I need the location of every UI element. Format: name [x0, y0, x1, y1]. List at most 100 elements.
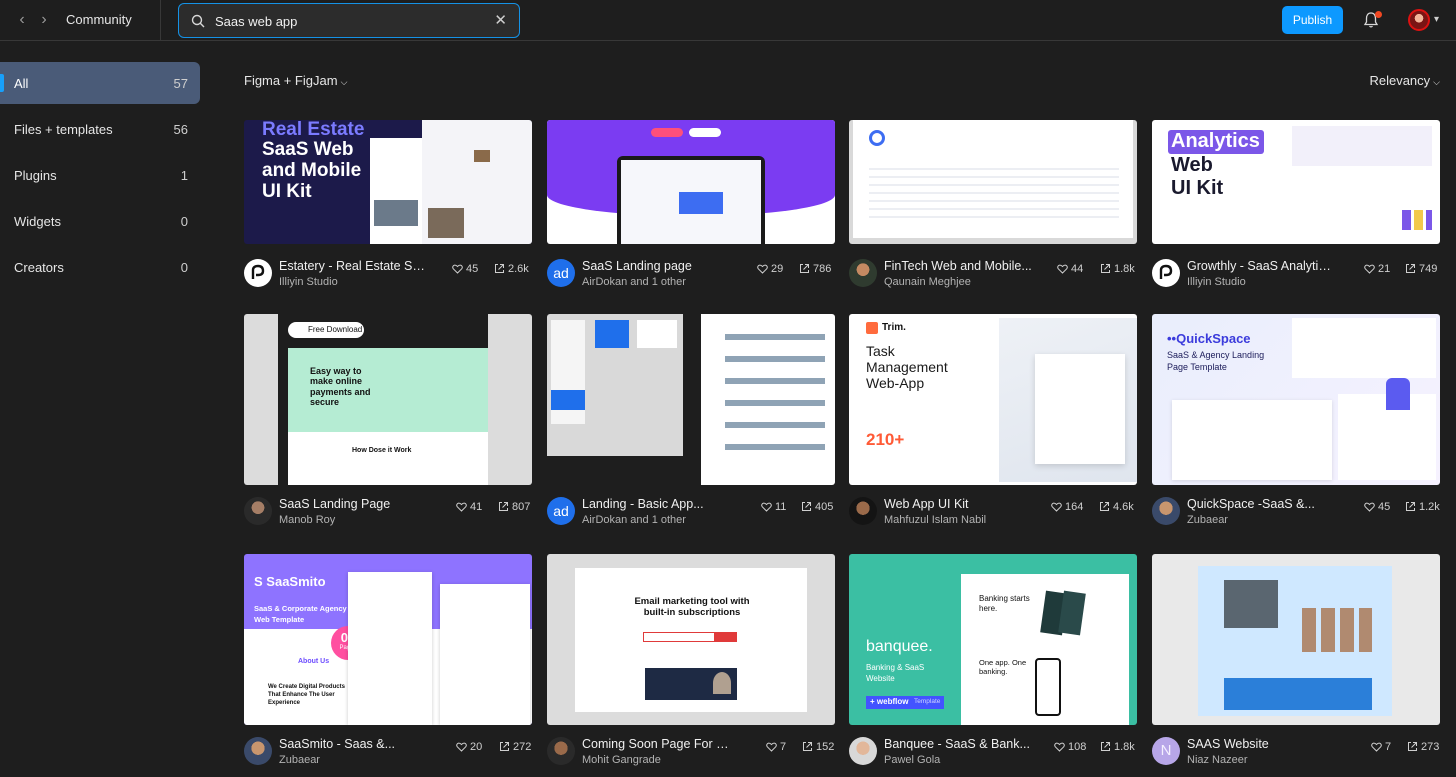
card-title[interactable]: Web App UI Kit [884, 497, 1034, 511]
result-card[interactable]: Free Download Easy way to make online pa… [244, 314, 532, 526]
author-avatar[interactable] [849, 259, 877, 287]
card-title[interactable]: Coming Soon Page For Saa... [582, 737, 732, 751]
duplicate-count[interactable]: 749 [1405, 263, 1437, 275]
card-title[interactable]: SaaSmito - Saas &... [279, 737, 429, 751]
card-thumbnail[interactable] [547, 120, 835, 244]
card-title[interactable]: SAAS Website [1187, 737, 1337, 751]
author-avatar[interactable] [849, 497, 877, 525]
card-thumbnail[interactable]: banquee. Banking & SaaS Website + webflo… [849, 554, 1137, 725]
product-filter-dropdown[interactable]: Figma + FigJam ⌵ [244, 73, 347, 88]
breadcrumb[interactable]: Community [66, 12, 132, 27]
card-author[interactable]: Zubaear [1187, 514, 1228, 526]
sidebar-item-plugins[interactable]: Plugins 1 [0, 154, 200, 196]
card-title[interactable]: FinTech Web and Mobile... [884, 259, 1034, 273]
like-count[interactable]: 7 [766, 741, 786, 753]
card-author[interactable]: Pawel Gola [884, 754, 940, 766]
author-avatar[interactable] [849, 737, 877, 765]
card-thumbnail[interactable]: Trim. Task Management Web-App 210+ [849, 314, 1137, 485]
search-box[interactable]: ✕ [178, 3, 520, 38]
duplicate-count[interactable]: 405 [801, 501, 833, 513]
like-count[interactable]: 45 [452, 263, 478, 275]
card-thumbnail[interactable]: S SaaSmito SaaS & Corporate Agency Web T… [244, 554, 532, 725]
author-avatar[interactable] [1152, 497, 1180, 525]
like-count[interactable]: 108 [1054, 741, 1086, 753]
like-count[interactable]: 44 [1057, 263, 1083, 275]
card-author[interactable]: Mahfuzul Islam Nabil [884, 514, 986, 526]
result-card[interactable]: ad Landing - Basic App... AirDokan and 1… [547, 314, 835, 526]
card-author[interactable]: Illiyin Studio [279, 276, 338, 288]
author-avatar[interactable] [244, 497, 272, 525]
duplicate-count[interactable]: 1.2k [1405, 501, 1440, 513]
clear-search-icon[interactable]: ✕ [494, 13, 507, 28]
result-card[interactable]: FinTech Web and Mobile... Qaunain Meghje… [849, 120, 1137, 300]
sidebar-item-widgets[interactable]: Widgets 0 [0, 200, 200, 242]
like-count[interactable]: 41 [456, 501, 482, 513]
duplicate-count[interactable]: 1.8k [1100, 263, 1135, 275]
card-thumbnail[interactable]: Email marketing tool with built-in subsc… [547, 554, 835, 725]
card-author[interactable]: Niaz Nazeer [1187, 754, 1248, 766]
author-avatar[interactable] [547, 737, 575, 765]
card-author[interactable]: Zubaear [279, 754, 320, 766]
duplicate-count[interactable]: 4.6k [1099, 501, 1134, 513]
duplicate-count[interactable]: 807 [498, 501, 530, 513]
like-count[interactable]: 20 [456, 741, 482, 753]
user-avatar[interactable] [1408, 9, 1430, 31]
card-title[interactable]: Landing - Basic App... [582, 497, 732, 511]
card-title[interactable]: Growthly - SaaS Analytics ... [1187, 259, 1337, 273]
card-title[interactable]: Banquee - SaaS & Bank... [884, 737, 1034, 751]
result-card[interactable]: N SAAS Website Niaz Nazeer 7 273 [1152, 554, 1440, 766]
author-avatar[interactable]: ad [547, 497, 575, 525]
card-thumbnail[interactable] [1152, 554, 1440, 725]
card-author[interactable]: AirDokan and 1 other [582, 514, 686, 526]
like-count[interactable]: 21 [1364, 263, 1390, 275]
card-author[interactable]: Illiyin Studio [1187, 276, 1246, 288]
author-avatar[interactable] [244, 737, 272, 765]
chevron-down-icon[interactable]: ▾ [1434, 14, 1439, 25]
duplicate-count[interactable]: 273 [1407, 741, 1439, 753]
card-thumbnail[interactable] [849, 120, 1137, 244]
card-author[interactable]: Manob Roy [279, 514, 335, 526]
like-count[interactable]: 11 [761, 501, 786, 513]
sidebar-item-creators[interactable]: Creators 0 [0, 246, 200, 288]
sort-dropdown[interactable]: Relevancy ⌵ [1369, 73, 1440, 88]
card-author[interactable]: Mohit Gangrade [582, 754, 661, 766]
like-count[interactable]: 29 [757, 263, 783, 275]
result-card[interactable]: Trim. Task Management Web-App 210+ Web A… [849, 314, 1137, 526]
forward-arrow-icon[interactable]: › [34, 10, 54, 30]
result-card[interactable]: banquee. Banking & SaaS Website + webflo… [849, 554, 1137, 766]
result-card[interactable]: Email marketing tool with built-in subsc… [547, 554, 835, 766]
duplicate-count[interactable]: 152 [802, 741, 834, 753]
author-avatar[interactable] [244, 259, 272, 287]
result-card[interactable]: ad SaaS Landing page AirDokan and 1 othe… [547, 120, 835, 300]
result-card[interactable]: Analytics Web UI Kit Growthly - SaaS Ana… [1152, 120, 1440, 300]
result-card[interactable]: S SaaSmito SaaS & Corporate Agency Web T… [244, 554, 532, 766]
card-thumbnail[interactable]: ••QuickSpace SaaS & Agency Landing Page … [1152, 314, 1440, 485]
card-author[interactable]: Qaunain Meghjee [884, 276, 971, 288]
card-title[interactable]: SaaS Landing page [582, 259, 732, 273]
search-input[interactable] [215, 12, 485, 30]
result-card[interactable]: ••QuickSpace SaaS & Agency Landing Page … [1152, 314, 1440, 526]
card-title[interactable]: QuickSpace -SaaS &... [1187, 497, 1337, 511]
duplicate-count[interactable]: 1.8k [1100, 741, 1135, 753]
card-thumbnail[interactable] [547, 314, 835, 485]
like-count[interactable]: 7 [1371, 741, 1391, 753]
card-thumbnail[interactable]: Real Estate SaaS Web and Mobile UI Kit [244, 120, 532, 244]
like-count[interactable]: 45 [1364, 501, 1390, 513]
sidebar-item-all[interactable]: All 57 [0, 62, 200, 104]
like-count[interactable]: 164 [1051, 501, 1083, 513]
result-card[interactable]: Real Estate SaaS Web and Mobile UI Kit E… [244, 120, 532, 300]
author-avatar[interactable]: ad [547, 259, 575, 287]
card-author[interactable]: AirDokan and 1 other [582, 276, 686, 288]
card-title[interactable]: SaaS Landing Page [279, 497, 429, 511]
duplicate-count[interactable]: 786 [799, 263, 831, 275]
card-thumbnail[interactable]: Free Download Easy way to make online pa… [244, 314, 532, 485]
duplicate-count[interactable]: 272 [499, 741, 531, 753]
author-avatar[interactable] [1152, 259, 1180, 287]
card-thumbnail[interactable]: Analytics Web UI Kit [1152, 120, 1440, 244]
publish-button[interactable]: Publish [1282, 6, 1343, 34]
card-title[interactable]: Estatery - Real Estate Sa... [279, 259, 429, 273]
sidebar-item-files-templates[interactable]: Files + templates 56 [0, 108, 200, 150]
back-arrow-icon[interactable]: ‹ [12, 10, 32, 30]
author-avatar[interactable]: N [1152, 737, 1180, 765]
duplicate-count[interactable]: 2.6k [494, 263, 529, 275]
